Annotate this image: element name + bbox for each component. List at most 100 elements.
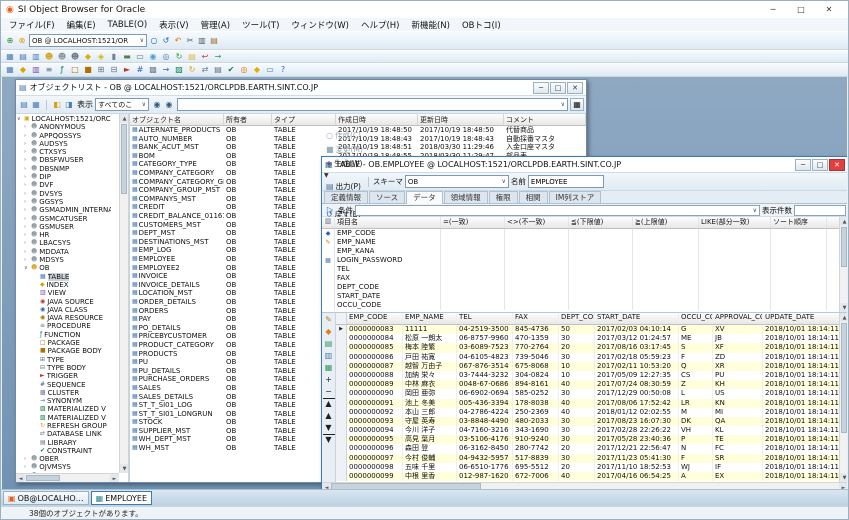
condition-cell[interactable] [441, 274, 505, 283]
condition-cell[interactable] [441, 238, 505, 247]
new-table-icon[interactable]: ▦ [4, 65, 16, 76]
sort-asc-icon[interactable]: ◧ [51, 99, 63, 110]
tree-item-function[interactable]: ƒFUNCTION [17, 331, 111, 339]
menu-item-new-features[interactable]: 新機能(N) [405, 19, 456, 31]
column-header[interactable]: LIKE(部分一致) [699, 217, 771, 228]
generate-button[interactable]: ◈生成(W) [324, 156, 365, 170]
tab-data[interactable]: データ [406, 191, 443, 204]
export-rows-icon[interactable]: ▤ [323, 338, 335, 349]
tree-schema-dbsfwuser[interactable]: ›☻DBSFWUSER [17, 156, 111, 164]
condition-cell[interactable] [569, 283, 633, 292]
scroll-thumb[interactable] [121, 124, 127, 194]
tree-item-materialized-v[interactable]: ▨MATERIALIZED V [17, 414, 111, 422]
scroll-thumb[interactable] [841, 323, 847, 433]
menu-item-tools[interactable]: ツール(T) [236, 19, 285, 31]
condition-cell[interactable] [505, 301, 569, 310]
condition-cell[interactable] [633, 229, 699, 238]
column-header[interactable]: OCCU_CODE [679, 313, 713, 324]
condition-cell[interactable] [441, 292, 505, 301]
condition-cell[interactable] [569, 265, 633, 274]
tablespace-icon[interactable]: ▭ [134, 51, 146, 62]
condition-input[interactable]: ∨ [355, 205, 760, 216]
object-list-icon[interactable]: ▥ [30, 51, 42, 62]
data-grid-horizontal-scrollbar[interactable]: ◄ ► [322, 482, 847, 489]
new-constraint-icon[interactable]: ✔ [225, 65, 237, 76]
report-icon[interactable]: ▦ [323, 362, 335, 373]
condition-cell[interactable] [633, 238, 699, 247]
window-cascade-icon[interactable]: ▦ [4, 51, 16, 62]
data-row[interactable]: 0000000090岡田 亜弥06-6902-0694585-025230201… [336, 389, 839, 398]
scroll-up-icon[interactable]: ▲ [840, 217, 847, 226]
undo-icon[interactable]: ↶ [172, 35, 184, 46]
condition-cell[interactable] [771, 229, 827, 238]
column-header[interactable]: UPDATE_DATE [763, 313, 841, 324]
tree-schema-gsmadmin_internal[interactable]: ›☻GSMADMIN_INTERNAL [17, 206, 111, 214]
memo-pad-icon[interactable]: ▤ [186, 51, 198, 62]
condition-cell[interactable] [771, 283, 827, 292]
tree-item-refresh-group[interactable]: ↻REFRESH GROUP [17, 422, 111, 430]
detail-toggle-icon[interactable]: ▦ [30, 99, 42, 110]
tree-schema-dbsnmp[interactable]: ›☻DBSNMP [17, 165, 111, 173]
condition-cell[interactable] [771, 301, 827, 310]
condition-row-occu_code[interactable]: OCCU_CODE [322, 301, 839, 310]
scroll-up-icon[interactable]: ▲ [840, 313, 847, 322]
new-package-icon[interactable]: □ [69, 65, 81, 76]
menu-item-table[interactable]: TABLE(O) [102, 20, 154, 30]
condition-row-login_password[interactable]: ▦LOGIN_PASSWORD [322, 256, 839, 265]
condition-row-fax[interactable]: FAX [322, 274, 839, 283]
tree-schema-mddata[interactable]: ›☻MDDATA [17, 248, 111, 256]
menu-item-ob-toko[interactable]: OBトコ(I) [456, 19, 507, 31]
condition-cell[interactable] [441, 301, 505, 310]
condition-cell[interactable] [771, 274, 827, 283]
swap-icon[interactable]: ◆ [323, 326, 335, 337]
condition-cell[interactable] [505, 238, 569, 247]
column-header[interactable]: 更新日時 [418, 114, 504, 125]
condition-cell[interactable] [699, 247, 771, 256]
tree-item-java-source[interactable]: ◉JAVA SOURCE [17, 298, 111, 306]
data-row[interactable]: ▶00000000831111104-2519-3500845-47365020… [336, 325, 839, 334]
condition-grid-scrollbar[interactable]: ▲ ▼ [839, 217, 847, 312]
column-header[interactable]: FAX [513, 313, 559, 324]
last-row-icon[interactable]: ▼ [323, 434, 335, 445]
new-refresh-group-icon[interactable]: ↻ [186, 65, 198, 76]
column-header[interactable]: ≦(下限値) [569, 217, 633, 228]
new-trigger-icon[interactable]: ► [121, 65, 133, 76]
condition-cell[interactable] [441, 247, 505, 256]
user-add-icon[interactable]: ☻ [43, 51, 55, 62]
condition-cell[interactable] [569, 256, 633, 265]
data-row[interactable]: 0000000084松原 一朗太06-8757-9960470-13593020… [336, 334, 839, 343]
condition-cell[interactable] [505, 229, 569, 238]
tree-item-procedure[interactable]: ≡PROCEDURE [17, 322, 111, 330]
tree-schema-hr[interactable]: ›☻HR [17, 231, 111, 239]
tree-item-cluster[interactable]: ▩CLUSTER [17, 389, 111, 397]
tree-item-synonym[interactable]: →SYNONYM [17, 397, 111, 405]
profile-icon[interactable]: ▬ [121, 51, 133, 62]
scroll-right-icon[interactable]: ► [110, 474, 119, 482]
data-grid-vertical-scrollbar[interactable]: ▲ ▼ [839, 313, 847, 482]
find-icon[interactable]: ◉ [151, 99, 163, 110]
condition-cell[interactable] [699, 283, 771, 292]
tree-vertical-scrollbar[interactable]: ▲ ▼ [119, 114, 128, 473]
condition-cell[interactable] [633, 292, 699, 301]
condition-cell[interactable] [441, 229, 505, 238]
objwin-minimize-button[interactable]: ─ [533, 82, 549, 94]
tree-item-view[interactable]: ▥VIEW [17, 289, 111, 297]
column-header[interactable]: タイプ [272, 114, 336, 125]
condition-cell[interactable] [699, 274, 771, 283]
condition-cell[interactable] [633, 256, 699, 265]
recycle-bin-icon[interactable]: ◎ [238, 65, 250, 76]
condition-cell[interactable] [633, 265, 699, 274]
user-icon[interactable]: ☻ [56, 51, 68, 62]
tree-schema-ctxsys[interactable]: ›☻CTXSYS [17, 148, 111, 156]
new-procedure-icon[interactable]: ≡ [43, 65, 55, 76]
column-header[interactable]: オブジェクト名 [130, 114, 224, 125]
objwin-maximize-button[interactable]: □ [550, 82, 566, 94]
scroll-down-icon[interactable]: ▼ [840, 303, 847, 312]
tree-schema-ggsys[interactable]: ›☻GGSYS [17, 198, 111, 206]
tree-schema-ober[interactable]: ›☻OBER [17, 455, 111, 463]
condition-cell[interactable] [771, 265, 827, 274]
refresh-icon[interactable]: ↻ [173, 51, 185, 62]
data-row[interactable]: 0000000085梅本 陸繁03-6089-7523770-276420201… [336, 343, 839, 352]
maximize-button[interactable]: □ [787, 2, 815, 17]
cut-icon[interactable]: ✂ [184, 35, 196, 46]
